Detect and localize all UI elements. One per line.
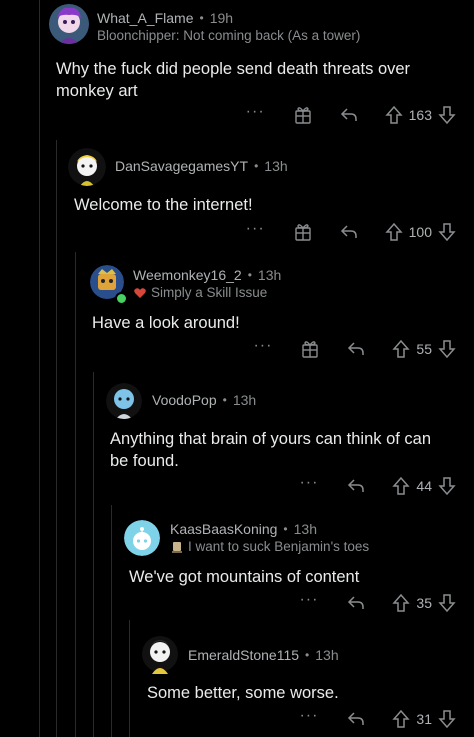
- username[interactable]: VoodoPop: [152, 392, 217, 408]
- upvote-icon[interactable]: [392, 339, 411, 359]
- upvote-icon[interactable]: [392, 593, 411, 613]
- username[interactable]: What_A_Flame: [97, 10, 193, 26]
- thread-line-2: [56, 140, 57, 737]
- upvote-icon[interactable]: [392, 476, 411, 496]
- user-flair: I want to suck Benjamin's toes: [170, 539, 369, 554]
- thread-line-6: [129, 620, 130, 737]
- more-button[interactable]: ···: [246, 221, 265, 240]
- downvote-icon[interactable]: [438, 593, 456, 613]
- comment-body: We've got mountains of content: [129, 568, 360, 586]
- separator: •: [222, 393, 227, 407]
- avatar[interactable]: [142, 634, 178, 674]
- action-bar: ··· 31: [299, 708, 456, 730]
- username[interactable]: DanSavagegamesYT: [115, 158, 248, 174]
- award-icon[interactable]: [293, 222, 313, 242]
- separator: •: [254, 159, 259, 173]
- reply-icon[interactable]: [339, 105, 359, 125]
- downvote-icon[interactable]: [438, 105, 456, 125]
- avatar[interactable]: [49, 4, 89, 44]
- action-bar: ··· 35: [299, 592, 456, 614]
- more-button[interactable]: ···: [299, 708, 318, 727]
- timestamp: 13h: [232, 392, 257, 408]
- more-button[interactable]: ···: [299, 475, 318, 494]
- more-button[interactable]: ···: [253, 338, 272, 357]
- reply-icon[interactable]: [346, 593, 366, 613]
- vote-count: 44: [416, 478, 432, 494]
- reply-icon[interactable]: [346, 709, 366, 729]
- action-bar: ··· 163: [246, 104, 456, 126]
- username[interactable]: Weemonkey16_2: [133, 267, 242, 283]
- separator: •: [305, 648, 310, 662]
- username[interactable]: EmeraldStone115: [188, 647, 299, 663]
- action-bar: ··· 100: [246, 221, 456, 243]
- downvote-icon[interactable]: [438, 222, 456, 242]
- thread-line-4: [93, 372, 94, 737]
- flair-text: Simply a Skill Issue: [151, 285, 268, 300]
- user-flair: Bloonchipper: Not coming back (As a towe…: [97, 28, 360, 43]
- heart-icon: [133, 286, 147, 300]
- thread-line-5: [111, 505, 112, 737]
- online-status-icon: [115, 292, 128, 305]
- separator: •: [199, 11, 204, 25]
- timestamp: 13h: [257, 267, 282, 283]
- separator: •: [283, 522, 288, 536]
- reply-icon[interactable]: [346, 339, 366, 359]
- upvote-icon[interactable]: [384, 105, 403, 125]
- more-button[interactable]: ···: [246, 104, 265, 123]
- timestamp: 13h: [315, 647, 339, 663]
- timestamp: 13h: [293, 521, 317, 537]
- upvote-icon[interactable]: [384, 222, 403, 242]
- comment-body: Have a look around!: [92, 314, 240, 332]
- avatar[interactable]: [106, 383, 142, 419]
- action-bar: ··· 55: [253, 338, 456, 360]
- vote-count: 55: [416, 341, 432, 357]
- vote-count: 35: [416, 595, 432, 611]
- comment-body: Welcome to the internet!: [74, 196, 253, 214]
- downvote-icon[interactable]: [438, 339, 456, 359]
- tower-icon: [170, 540, 184, 554]
- upvote-icon[interactable]: [392, 709, 411, 729]
- avatar[interactable]: [68, 148, 106, 186]
- award-icon[interactable]: [293, 105, 313, 125]
- reply-icon[interactable]: [339, 222, 359, 242]
- timestamp: 19h: [209, 10, 234, 26]
- more-button[interactable]: ···: [299, 592, 318, 611]
- reply-icon[interactable]: [346, 476, 366, 496]
- username[interactable]: KaasBaasKoning: [170, 521, 277, 537]
- vote-count: 31: [416, 711, 432, 727]
- avatar[interactable]: [124, 520, 160, 556]
- vote-count: 163: [408, 107, 432, 123]
- user-flair: Simply a Skill Issue: [133, 285, 281, 300]
- thread-line-3: [75, 252, 76, 737]
- comment-body: Anything that brain of yours can think o…: [110, 430, 432, 470]
- downvote-icon[interactable]: [438, 476, 456, 496]
- award-icon[interactable]: [300, 339, 320, 359]
- action-bar: ··· 44: [299, 475, 456, 497]
- vote-count: 100: [408, 224, 432, 240]
- comment-body: Why the fuck did people send death threa…: [56, 60, 411, 100]
- timestamp: 13h: [264, 158, 288, 174]
- flair-text: I want to suck Benjamin's toes: [188, 539, 370, 554]
- flair-text: Bloonchipper: Not coming back (As a towe…: [97, 28, 361, 43]
- downvote-icon[interactable]: [438, 709, 456, 729]
- comment-body: Some better, some worse.: [147, 684, 339, 702]
- separator: •: [247, 268, 252, 282]
- thread-line-1: [39, 0, 40, 737]
